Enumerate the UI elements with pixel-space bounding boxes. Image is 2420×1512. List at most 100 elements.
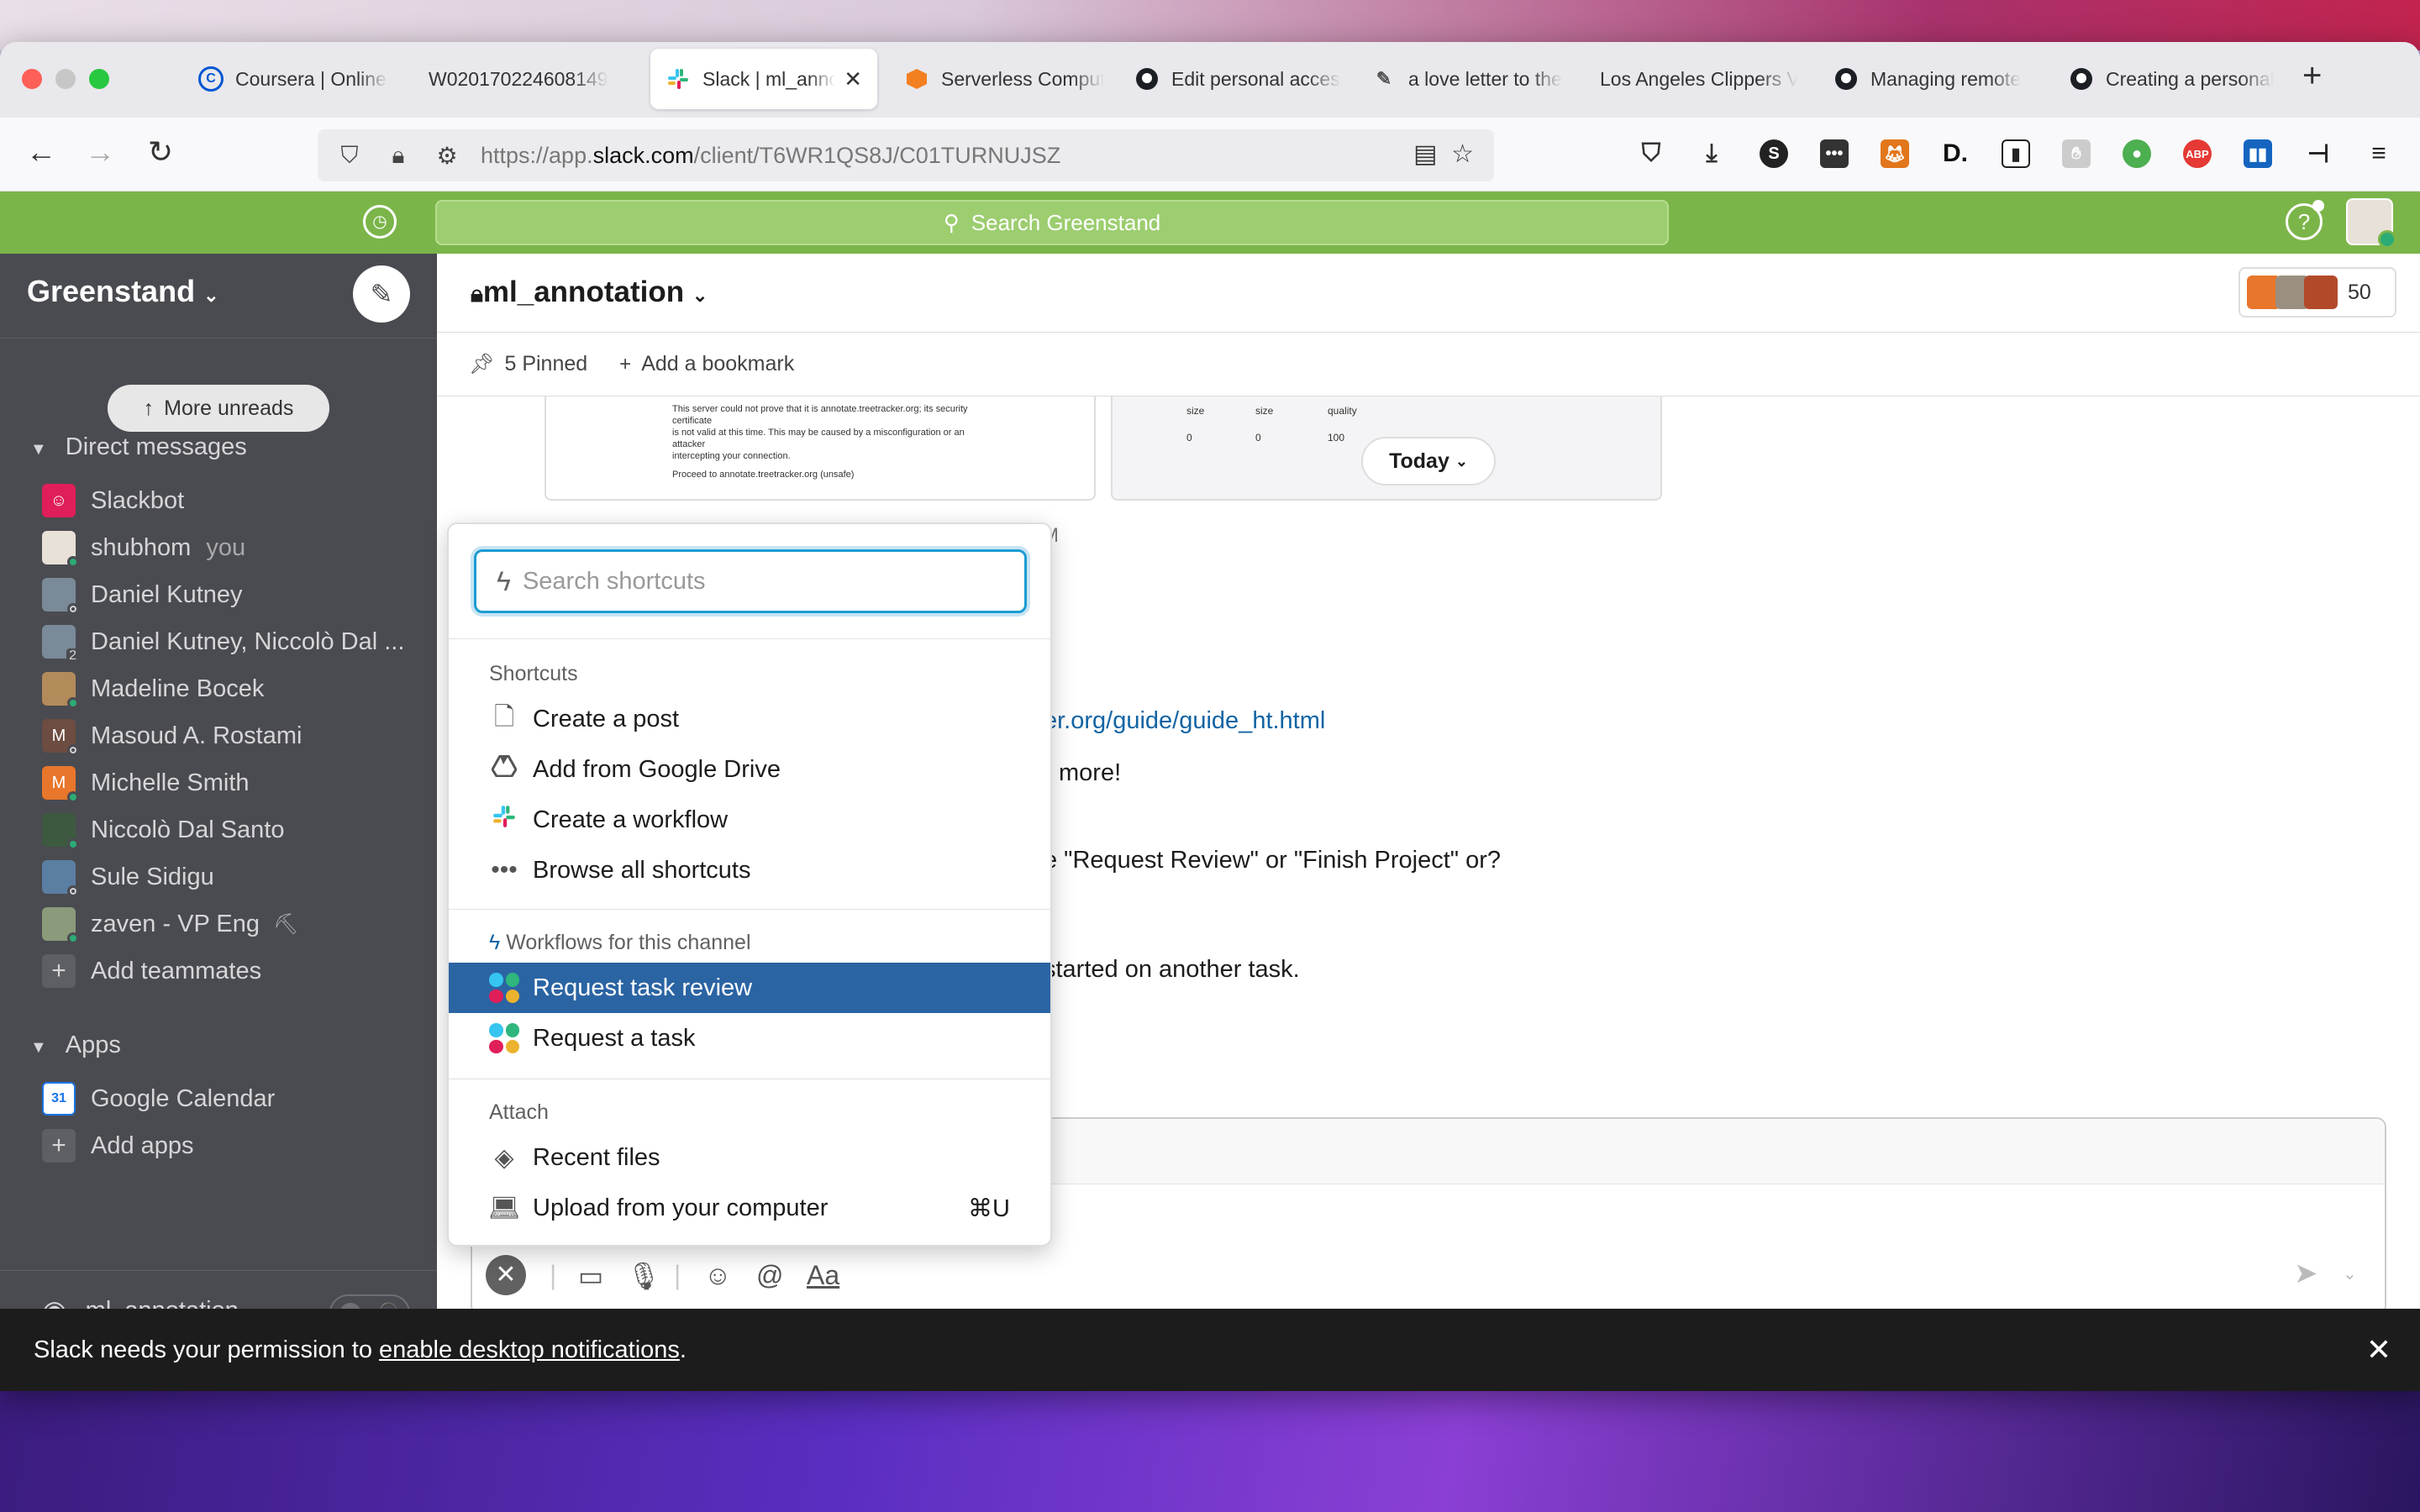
reload-icon[interactable]: ↻ [139,134,182,170]
channel-name[interactable]: 🔒︎ml_annotation ⌄ [471,276,708,309]
plus-icon: + [42,954,76,988]
user-avatar[interactable] [2346,198,2396,249]
tab-managing-remote[interactable]: Managing remote [1818,49,2054,109]
add-bookmark-button[interactable]: + Add a bookmark [619,352,794,376]
dm-shubhom[interactable]: shubhom you [42,528,420,568]
dm-group[interactable]: 2 Daniel Kutney, Niccolò Dal ... [42,622,420,662]
dm-niccolo-dal-santo[interactable]: Niccolò Dal Santo [42,810,420,850]
attachment-text: 0 [1255,432,1261,444]
compose-icon[interactable]: ✎ [353,265,410,323]
shortcut-browse-all[interactable]: ••• Browse all shortcuts [449,845,1050,895]
workspace-name[interactable]: Greenstand ⌄ [27,274,219,309]
extension-s-icon[interactable]: S [1760,139,1788,168]
tab-slack[interactable]: Slack | ml_annotation ✕ [650,49,877,109]
extension-chart-icon[interactable]: ▮▮ [2244,139,2272,168]
shortcuts-header: Shortcuts [489,662,578,685]
formatting-icon[interactable]: Aa [807,1260,839,1291]
message-link[interactable]: er.org/guide/guide_ht.html [1044,707,1325,735]
shortcut-label: Create a post [533,705,680,732]
new-tab-button[interactable]: + [2302,57,2322,95]
close-shortcuts-icon[interactable]: ✕ [486,1255,526,1295]
dm-michelle-smith[interactable]: M Michelle Smith [42,763,420,803]
minimize-window-button[interactable] [55,69,76,89]
dm-masoud-rostami[interactable]: M Masoud A. Rostami [42,716,420,756]
shortcuts-search-input[interactable] [522,567,993,596]
direct-messages-header[interactable]: ▼ Direct messages [30,433,247,461]
dm-madeline-bocek[interactable]: Madeline Bocek [42,669,420,709]
dm-sule-sidigu[interactable]: Sule Sidigu [42,857,420,897]
mention-icon[interactable]: @ [756,1260,783,1291]
close-window-button[interactable] [22,69,42,89]
chevron-down-icon[interactable]: ⌄ [2343,1263,2357,1284]
slack-search-bar[interactable]: ⚲ Search Greenstand [435,200,1669,245]
lock-icon[interactable]: 🔒︎ [381,142,415,170]
forward-arrow-icon[interactable]: → [79,134,121,170]
dm-label: shubhom [91,533,192,561]
document-icon: 🗋︎ [493,702,515,731]
adblock-icon[interactable]: ABP [2183,139,2212,168]
image-attachment[interactable]: This server could not prove that it is a… [544,396,1096,501]
extension-hand-icon[interactable]: ✋︎ [2062,139,2091,168]
shortcut-create-post[interactable]: 🗋︎ Create a post [449,694,1050,744]
shield-icon[interactable]: ⛉ [333,142,366,170]
back-arrow-icon[interactable]: ← [20,134,62,170]
tab-pdf[interactable]: W020170224608149 [413,49,634,109]
members-button[interactable]: 50 [2238,267,2396,318]
tab-love-letter[interactable]: ✎ a love letter to the [1356,49,1578,109]
reader-view-icon[interactable]: ▤ [1413,140,1437,168]
tab-clippers[interactable]: Los Angeles Clippers Vs [1585,49,1813,109]
attach-upload-computer[interactable]: 💻︎ Upload from your computer ⌘U [449,1183,1050,1233]
workflow-request-task[interactable]: Request a task [449,1013,1050,1063]
bookmark-star-icon[interactable]: ☆ [1451,140,1474,168]
url-bar[interactable]: ⛉ 🔒︎ ⚙ https://app.slack.com/client/T6WR… [318,129,1494,181]
dm-slackbot[interactable]: ☺ Slackbot [42,480,420,521]
fullscreen-window-button[interactable] [89,69,109,89]
shortcut-google-drive[interactable]: Add from Google Drive [449,744,1050,795]
section-label: Apps [65,1032,121,1058]
menu-icon[interactable]: ≡ [2365,139,2393,168]
app-google-calendar[interactable]: 31 Google Calendar [42,1079,420,1119]
close-tab-icon[interactable]: ✕ [844,66,862,92]
extension-reader-icon[interactable]: ▮ [2002,139,2030,168]
tab-label: Coursera | Online Courses & Credentials [235,67,388,90]
attach-recent-files[interactable]: ◈ Recent files [449,1132,1050,1183]
pocket-icon[interactable]: ⛉ [1637,139,1665,168]
more-unreads-button[interactable]: ↑ More unreads [108,385,329,432]
add-teammates-button[interactable]: + Add teammates [42,951,420,991]
extension-password-icon[interactable]: ••• [1820,139,1849,168]
dm-label: Michelle Smith [91,769,250,796]
history-icon[interactable]: ◷ [363,205,397,239]
send-icon[interactable]: ➤ [2294,1257,2318,1290]
enable-notifications-link[interactable]: enable desktop notifications [379,1336,680,1363]
extension-d-icon[interactable]: D. [1941,139,1970,168]
apps-header[interactable]: ▼ Apps [30,1032,121,1059]
download-icon[interactable]: ⤓ [1697,139,1726,168]
shortcut-create-workflow[interactable]: Create a workflow [449,795,1050,845]
close-icon[interactable]: ✕ [2366,1332,2391,1368]
dm-zaven[interactable]: zaven - VP Eng ⛏ [42,904,420,944]
workflow-request-task-review[interactable]: Request task review [449,963,1050,1013]
dm-daniel-kutney[interactable]: Daniel Kutney [42,575,420,615]
url-text[interactable]: https://app.slack.com/client/T6WR1QS8J/C… [481,143,1060,169]
tab-github-token[interactable]: Edit personal access token [1119,49,1356,109]
pin-icon: 📌︎ [469,353,495,375]
search-icon: ⚲ [943,209,960,235]
layers-icon: ◈ [494,1143,514,1172]
pin-icon[interactable]: ⊣ [2304,139,2333,168]
permissions-icon[interactable]: ⚙ [430,142,464,170]
sidebar: Greenstand ⌄ ✎ ↑ More unreads ▼ Direct mes… [0,254,437,1351]
microphone-icon[interactable]: 🎙︎ [627,1260,661,1292]
add-apps-button[interactable]: + Add apps [42,1126,420,1166]
video-icon[interactable]: ▭ [578,1260,603,1292]
emoji-icon[interactable]: ☺ [704,1260,732,1291]
shortcuts-search[interactable]: ϟ [474,549,1027,613]
pinned-button[interactable]: 📌︎ 5 Pinned [469,352,587,376]
tab-creating-personal[interactable]: Creating a personal [2054,49,2289,109]
tab-serverless[interactable]: Serverless Compute [889,49,1119,109]
coursera-icon: C [198,66,224,92]
tab-coursera[interactable]: C Coursera | Online Courses & Credential… [183,49,403,109]
date-divider-button[interactable]: Today ⌄ [1361,437,1496,486]
metamask-icon[interactable]: 🦊︎ [1881,139,1909,168]
tab-label: Serverless Compute [941,67,1104,90]
extension-globe-icon[interactable]: ● [2123,139,2151,168]
